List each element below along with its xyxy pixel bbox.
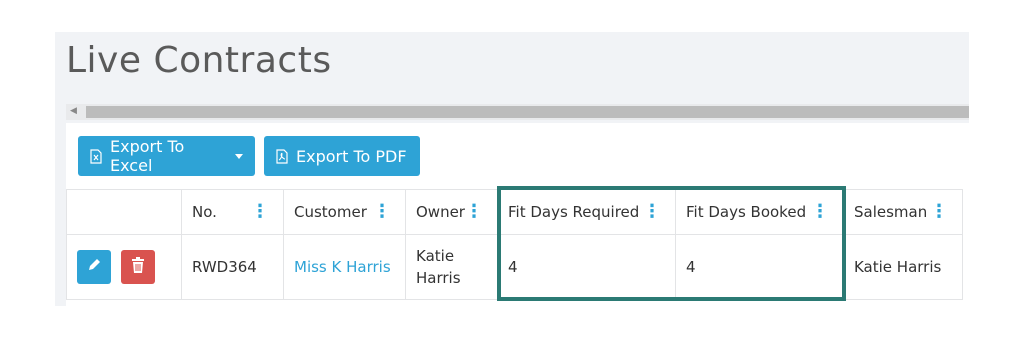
contracts-card: Export To Excel Export To PDF No. ⋮ Custo… (66, 123, 969, 306)
actions-cell (66, 234, 182, 300)
column-header-customer[interactable]: Customer ⋮ (283, 189, 406, 235)
column-header-fit-days-booked[interactable]: Fit Days Booked ⋮ (674, 189, 844, 235)
scroll-left-arrow-icon[interactable]: ◀ (70, 105, 77, 116)
column-menu-icon[interactable]: ⋮ (643, 203, 665, 221)
column-menu-icon[interactable]: ⋮ (930, 203, 952, 221)
caret-down-icon (235, 153, 243, 159)
column-menu-icon[interactable]: ⋮ (465, 203, 487, 221)
cell-no: RWD364 (192, 258, 257, 276)
column-menu-icon[interactable]: ⋮ (251, 203, 273, 221)
export-pdf-label: Export To PDF (296, 146, 407, 166)
excel-file-icon (90, 148, 102, 164)
page-title: Live Contracts (66, 40, 332, 81)
column-menu-icon[interactable]: ⋮ (811, 203, 833, 221)
delete-button[interactable] (121, 250, 155, 284)
edit-button[interactable] (77, 250, 111, 284)
column-header-owner[interactable]: Owner ⋮ (405, 189, 498, 235)
pdf-file-icon (276, 148, 288, 164)
cell-fit-days-booked: 4 (685, 258, 696, 276)
export-pdf-button[interactable]: Export To PDF (264, 136, 420, 176)
contracts-table: No. ⋮ Customer ⋮ Owner ⋮ Fit Days Required ⋮… (66, 189, 963, 300)
column-menu-icon[interactable]: ⋮ (373, 203, 395, 221)
column-header-salesman[interactable]: Salesman ⋮ (842, 189, 963, 235)
trash-icon (131, 257, 145, 277)
column-header-fit-days-required[interactable]: Fit Days Required ⋮ (496, 189, 676, 235)
table-header-row: No. ⋮ Customer ⋮ Owner ⋮ Fit Days Required ⋮… (66, 189, 963, 235)
scrollbar-thumb[interactable] (86, 106, 969, 118)
customer-link[interactable]: Miss K Harris (294, 258, 391, 276)
actions-header (66, 189, 182, 235)
cell-fit-days-required: 4 (507, 258, 518, 276)
pencil-icon (86, 257, 102, 277)
main-panel: Live Contracts ◀ Export To Excel Export … (55, 32, 969, 306)
cell-owner: Katie Harris (416, 247, 461, 287)
cell-salesman: Katie Harris (853, 258, 942, 276)
export-excel-button[interactable]: Export To Excel (78, 136, 255, 176)
horizontal-scrollbar[interactable]: ◀ (66, 104, 969, 120)
table-row: RWD364 Miss K Harris Katie Harris 4 4 Ka… (66, 234, 963, 300)
export-excel-label: Export To Excel (110, 137, 185, 175)
column-header-no[interactable]: No. ⋮ (181, 189, 284, 235)
